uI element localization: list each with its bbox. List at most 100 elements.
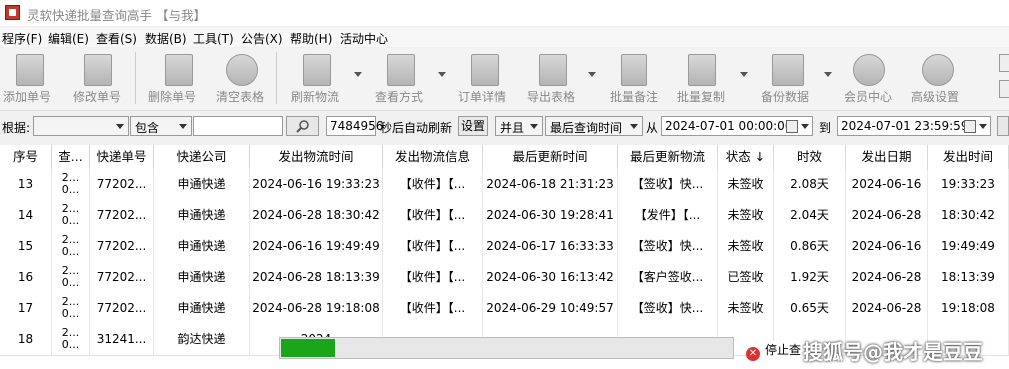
cell-dur: 1.92天 (774, 262, 846, 293)
cell-co: 申通快递 (154, 262, 250, 293)
chevron-down-icon[interactable] (740, 72, 748, 77)
table-row[interactable]: 16 2... 0... 77202... 申通快递 2024-06-28 18:13:3… (0, 262, 1009, 294)
logic-select[interactable]: 并且 (495, 116, 543, 136)
cell-num: 31241... (90, 324, 154, 355)
backup-icon (772, 54, 804, 86)
cell-d: 2024-06-28 (846, 200, 928, 231)
col-tracking-number[interactable]: 快递单号 (90, 145, 154, 169)
cell-co: 申通快递 (154, 231, 250, 262)
cell-st: 已签收 (718, 262, 774, 293)
menu-activity[interactable]: 活动中心 (340, 30, 388, 47)
cell-no: 14 (0, 200, 52, 231)
field-select[interactable] (33, 116, 129, 136)
to-date-picker[interactable]: 2024-07-01 23:59:59 (837, 116, 991, 136)
table-row[interactable]: 14 2... 0... 77202... 申通快递 2024-06-28 18:30:4… (0, 200, 1009, 232)
edit-number-button[interactable]: 修改单号 (70, 50, 126, 106)
col-send-time[interactable]: 发出物流时间 (250, 145, 383, 169)
table-row[interactable]: 13 2... 0... 77202... 申通快递 2024-06-16 19:33:2… (0, 169, 1009, 201)
cell-t2: 2024-06-29 10:49:57 (483, 293, 618, 324)
view-mode-button[interactable]: 查看方式 (372, 50, 448, 106)
menu-program[interactable]: 程序(F) (2, 30, 42, 47)
col-send-date[interactable]: 发出日期 (846, 145, 928, 169)
delete-number-button[interactable]: 删除单号 (145, 50, 201, 106)
menu-edit[interactable]: 编辑(E) (48, 30, 89, 47)
col-send-clock[interactable]: 发出时间 (928, 145, 1009, 169)
batch-copy-button[interactable]: 批量复制 (674, 50, 750, 106)
to-label: 到 (819, 121, 832, 135)
extra-button[interactable] (997, 116, 1009, 136)
menu-help[interactable]: 帮助(H) (290, 30, 332, 47)
cell-num: 77202... (90, 262, 154, 293)
cell-d: 2024-06-28 (846, 293, 928, 324)
stop-query-button[interactable]: ✕ 停止查 (746, 341, 806, 361)
refresh-document-icon (303, 54, 331, 86)
cell-no: 13 (0, 169, 52, 200)
cell-t1: 2024-06-16 19:33:23 (250, 169, 383, 200)
export-table-button[interactable]: 导出表格 (524, 50, 600, 106)
cell-co: 申通快递 (154, 169, 250, 200)
cell-co: 韵达快递 (154, 324, 250, 355)
document-icon (16, 54, 44, 86)
chevron-down-icon[interactable] (824, 72, 832, 77)
cell-d: 2024-06-16 (846, 169, 928, 200)
menu-notice[interactable]: 公告(X) (241, 30, 283, 47)
search-button[interactable] (286, 116, 319, 136)
chevron-down-icon[interactable] (801, 124, 809, 129)
clear-circle-icon (226, 54, 258, 86)
member-center-button[interactable]: 会员中心 (841, 50, 897, 106)
refresh-logistics-button[interactable]: 刷新物流 (288, 50, 364, 106)
batch-note-button[interactable]: 批量备注 (607, 50, 663, 106)
add-number-button[interactable]: 添加单号 (0, 50, 56, 106)
col-index[interactable]: 序号 (0, 145, 52, 169)
menu-data[interactable]: 数据(B) (145, 30, 187, 47)
side-toggle-icon[interactable] (999, 80, 1009, 98)
refresh-seconds-input[interactable]: 7484956 (326, 116, 383, 136)
menu-view[interactable]: 查看(S) (96, 30, 137, 47)
stop-icon: ✕ (746, 347, 760, 361)
from-label: 从 (646, 121, 659, 135)
calendar-icon[interactable] (786, 120, 798, 133)
chevron-down-icon[interactable] (354, 72, 362, 77)
col-courier[interactable]: 快递公司 (154, 145, 250, 169)
table-row[interactable]: 15 2... 0... 77202... 申通快递 2024-06-16 19:49:4… (0, 231, 1009, 263)
side-toggle-icon[interactable] (999, 54, 1009, 72)
app-icon (5, 5, 20, 20)
col-duration[interactable]: 时效 (774, 145, 846, 169)
cell-dur: 0.65天 (774, 293, 846, 324)
search-input[interactable] (193, 116, 283, 136)
col-query[interactable]: 查... (52, 145, 90, 169)
col-status[interactable]: 状态 ↓ (718, 145, 774, 169)
cell-query: 2... 0... (52, 293, 90, 324)
from-date-picker[interactable]: 2024-07-01 00:00:00 (661, 116, 813, 136)
clear-table-button[interactable]: 清空表格 (213, 50, 269, 106)
menu-tools[interactable]: 工具(T) (193, 30, 234, 47)
match-select[interactable]: 包含 (130, 116, 192, 136)
cell-info: 【收件】【... (383, 293, 483, 324)
chevron-down-icon[interactable] (588, 72, 596, 77)
cell-no: 17 (0, 293, 52, 324)
backup-data-button[interactable]: 备份数据 (758, 50, 834, 106)
menu-bar: 程序(F) 编辑(E) 查看(S) 数据(B) 工具(T) 公告(X) 帮助(H… (0, 27, 1009, 47)
cell-query-line: 0... (61, 245, 80, 258)
cell-last: 【签收】快... (618, 231, 718, 262)
cell-t1: 2024-06-16 19:49:49 (250, 231, 383, 262)
export-icon (539, 54, 567, 86)
col-last-update-info[interactable]: 最后更新物流 (618, 145, 718, 169)
col-last-update-time[interactable]: 最后更新时间 (483, 145, 618, 169)
chevron-down-icon[interactable] (438, 72, 446, 77)
cell-info: 【收件】【... (383, 231, 483, 262)
advanced-settings-button[interactable]: 高级设置 (908, 50, 968, 106)
cell-last: 【客户签收... (618, 262, 718, 293)
order-detail-button[interactable]: 订单详情 (455, 50, 515, 106)
col-send-info[interactable]: 发出物流信息 (383, 145, 483, 169)
cell-dur: 0.86天 (774, 231, 846, 262)
setup-button[interactable]: 设置 (458, 116, 488, 136)
chevron-down-icon[interactable] (979, 124, 987, 129)
table-row[interactable]: 17 2... 0... 77202... 申通快递 2024-06-28 19:18:0… (0, 293, 1009, 325)
cell-t2: 2024-06-17 16:33:33 (483, 231, 618, 262)
calendar-icon[interactable] (964, 120, 976, 133)
cell-st: 未签收 (718, 169, 774, 200)
time-field-select[interactable]: 最后查询时间 (545, 116, 643, 136)
cell-query: 2... 0... (52, 200, 90, 231)
cell-last: 【签收】快... (618, 169, 718, 200)
